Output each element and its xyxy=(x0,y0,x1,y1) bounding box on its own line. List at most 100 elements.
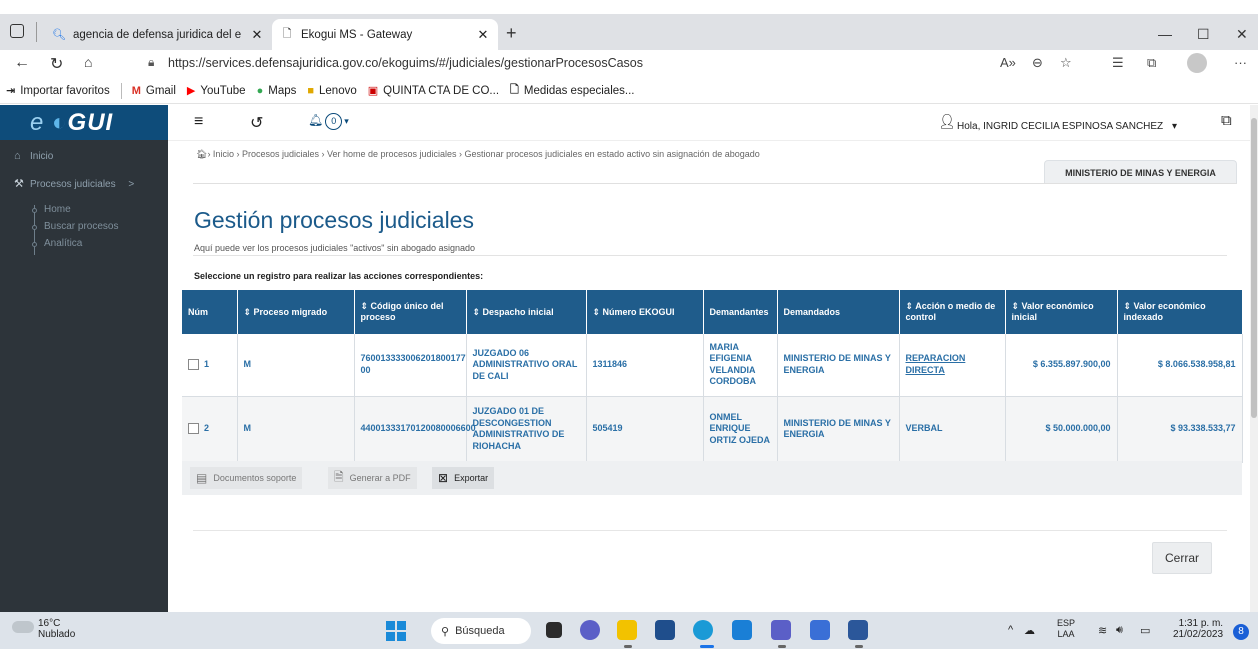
profile-avatar[interactable] xyxy=(1187,53,1207,73)
cerrar-button[interactable]: Cerrar xyxy=(1152,542,1212,574)
weather-widget[interactable]: 16°C Nublado xyxy=(38,618,75,640)
fav-divider xyxy=(120,82,122,99)
row-checkbox[interactable] xyxy=(188,423,199,435)
table-row[interactable]: 1 M 760013333006201800177 00 JUZGADO 06 … xyxy=(182,334,1243,397)
col-migrado[interactable]: ⇕ Proceso migrado xyxy=(237,290,355,334)
battery-icon[interactable]: ▭ xyxy=(1140,624,1150,637)
sidebar-item-procesos[interactable]: ⚒ Procesos judiciales > xyxy=(14,177,134,190)
volume-icon[interactable]: 🔊︎ xyxy=(1116,624,1123,637)
edge-icon[interactable] xyxy=(693,620,713,640)
store-icon[interactable] xyxy=(655,620,675,640)
taskbar-search[interactable]: ⚲ Búsqueda xyxy=(431,618,531,644)
col-ekogui[interactable]: ⇕ Número EKOGUI xyxy=(586,290,704,334)
sidebar-item-inicio[interactable]: ⌂ Inicio xyxy=(14,150,53,162)
cell-valor-indexado: $ 93.338.533,77 xyxy=(1117,396,1243,463)
home-icon[interactable]: 🏠︎ xyxy=(196,149,207,159)
word-icon[interactable] xyxy=(848,620,868,640)
maximize-icon[interactable]: ☐ xyxy=(1197,26,1210,43)
table-row[interactable]: 2 M 44001333170120080006600 JUZGADO 01 D… xyxy=(182,396,1243,463)
collections-icon[interactable]: ⧉ xyxy=(1147,55,1156,71)
import-icon: ⇥ xyxy=(6,85,16,97)
security-icon[interactable] xyxy=(810,620,830,640)
page-subtitle: Aquí puede ver los procesos judiciales "… xyxy=(194,243,476,253)
fav-import[interactable]: ⇥ Importar favoritos xyxy=(6,84,110,98)
onedrive-icon[interactable]: ☁ xyxy=(1024,624,1035,637)
history-icon[interactable]: ↺ xyxy=(250,113,263,133)
row-num-cell[interactable]: 2 xyxy=(182,396,238,463)
tab-ekogui[interactable]: 🗋 Ekogui MS - Gateway ✕ xyxy=(272,19,498,50)
windows-start-icon[interactable] xyxy=(386,621,406,641)
exportar-button[interactable]: ⊠ Exportar xyxy=(432,467,495,489)
col-despacho[interactable]: ⇕ Despacho inicial xyxy=(466,290,587,334)
notifications-button[interactable]: 🔔︎ 0 ▾ xyxy=(308,113,349,130)
address-bar: ← ↻ ⌂ 🔒︎ https://services.defensajuridic… xyxy=(0,50,1258,78)
col-valor-inicial[interactable]: ⇕ Valor económico inicial xyxy=(1005,290,1118,334)
file-explorer-icon[interactable] xyxy=(617,620,637,640)
clock[interactable]: 1:31 p. m. 21/02/2023 xyxy=(1173,618,1223,640)
cell-migrado: M xyxy=(237,396,355,463)
chevron-up-icon[interactable]: ^ xyxy=(1008,624,1013,636)
col-codigo[interactable]: ⇕ Código único del proceso xyxy=(354,290,467,334)
sidebar-subitem-home[interactable]: Home xyxy=(44,204,71,215)
entity-tab[interactable]: MINISTERIO DE MINAS Y ENERGIA xyxy=(1044,160,1237,184)
fav-gmail[interactable]: M Gmail xyxy=(132,85,176,97)
user-menu[interactable]: Hola, INGRID CECILIA ESPINOSA SANCHEZ ▾ xyxy=(957,121,1177,132)
gavel-icon: ⚒ xyxy=(14,178,24,190)
url-field[interactable]: https://services.defensajuridica.gov.co/… xyxy=(168,56,643,70)
scrollbar-thumb[interactable] xyxy=(1251,118,1257,418)
refresh-icon[interactable]: ↻ xyxy=(50,54,63,74)
cell-demandados: MINISTERIO DE MINAS Y ENERGIA xyxy=(777,334,900,397)
outlook-icon[interactable] xyxy=(732,620,752,640)
external-link-icon[interactable]: ⧉ xyxy=(1221,112,1232,129)
documentos-soporte-button[interactable]: ▤ Documentos soporte xyxy=(190,467,303,489)
row-checkbox[interactable] xyxy=(188,359,199,371)
accion-link[interactable]: REPARACION DIRECTA xyxy=(906,353,966,375)
cell-demandados: MINISTERIO DE MINAS Y ENERGIA xyxy=(777,396,900,463)
sidebar-subitem-buscar[interactable]: Buscar procesos xyxy=(44,221,118,232)
close-icon[interactable]: ✕ xyxy=(250,27,264,43)
fav-medidas[interactable]: 🗋 Medidas especiales... xyxy=(510,81,634,100)
cell-valor-indexado: $ 8.066.538.958,81 xyxy=(1117,334,1243,397)
page-title: Gestión procesos judiciales xyxy=(194,207,474,233)
chevron-down-icon: ▾ xyxy=(344,116,349,126)
close-window-icon[interactable]: ✕ xyxy=(1236,26,1248,43)
tab-label: agencia de defensa juridica del e xyxy=(73,28,242,41)
menu-icon[interactable]: ≡ xyxy=(194,113,203,131)
chat-icon[interactable] xyxy=(580,620,600,640)
task-view-icon[interactable] xyxy=(546,622,562,638)
close-icon[interactable]: ✕ xyxy=(476,27,490,43)
home-icon[interactable]: ⌂ xyxy=(84,54,92,70)
fav-lenovo[interactable]: ■ Lenovo xyxy=(307,85,356,97)
back-icon[interactable]: ← xyxy=(14,54,30,72)
cloud-icon[interactable] xyxy=(12,621,34,633)
read-aloud-icon[interactable]: A» xyxy=(1000,55,1016,70)
tab-search[interactable]: 🔍︎ agencia de defensa juridica del e ✕ xyxy=(44,19,272,50)
new-tab-button[interactable]: + xyxy=(506,23,517,44)
generar-pdf-button[interactable]: 🗎 Generar a PDF xyxy=(328,467,417,489)
col-demandantes: Demandantes xyxy=(703,290,778,334)
divider xyxy=(193,183,1237,184)
title-strip xyxy=(0,0,1258,14)
wifi-icon[interactable]: ≋ xyxy=(1098,624,1107,637)
favorites-icon[interactable]: ☰ xyxy=(1112,55,1124,71)
notification-badge[interactable]: 8 xyxy=(1233,624,1249,640)
minimize-icon[interactable]: — xyxy=(1158,26,1172,42)
row-num-cell[interactable]: 1 xyxy=(182,334,238,397)
fav-maps[interactable]: ● Maps xyxy=(257,85,297,97)
fav-quinta[interactable]: ▣ QUINTA CTA DE CO... xyxy=(368,84,499,98)
favorite-star-icon[interactable]: ☆ xyxy=(1060,55,1072,71)
app-logo[interactable]: e ◐GUI xyxy=(0,105,168,140)
pdf-icon: 🗎 xyxy=(334,469,344,484)
sidebar-subitem-analitica[interactable]: Analítica xyxy=(44,238,82,249)
more-icon[interactable]: ··· xyxy=(1234,55,1247,70)
zoom-icon[interactable]: ⊖ xyxy=(1032,55,1043,71)
col-accion[interactable]: ⇕ Acción o medio de control xyxy=(899,290,1006,334)
fav-youtube[interactable]: ▶ YouTube xyxy=(187,84,246,98)
lock-icon[interactable]: 🔒︎ xyxy=(148,55,154,70)
document-icon: ▤ xyxy=(196,471,208,485)
col-valor-indexado[interactable]: ⇕ Valor económico indexado xyxy=(1117,290,1243,334)
language-indicator[interactable]: ESP LAA xyxy=(1057,618,1075,640)
tab-actions-icon[interactable] xyxy=(10,24,24,38)
teams-icon[interactable] xyxy=(771,620,791,640)
excel-icon: ⊠ xyxy=(438,471,449,485)
